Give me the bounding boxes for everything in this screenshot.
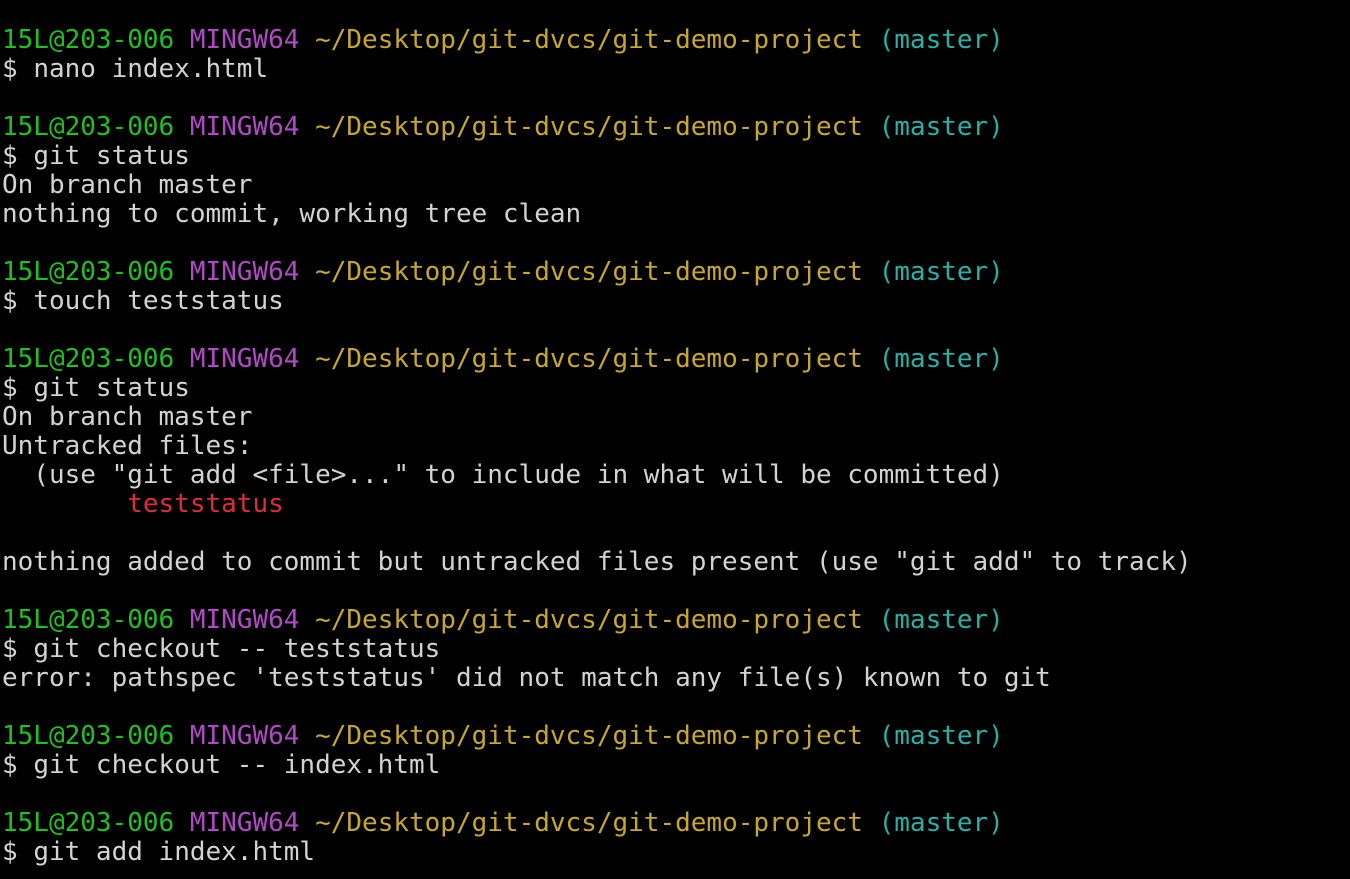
command-text: touch teststatus [33, 286, 284, 316]
prompt-user-host: 15L@203-006 [2, 808, 175, 838]
prompt-path: ~/Desktop/git-dvcs/git-demo-project [315, 605, 863, 635]
prompt-symbol: $ [2, 54, 18, 84]
prompt-user-host: 15L@203-006 [2, 605, 175, 635]
command-line: $ nano index.html [2, 55, 1350, 84]
prompt-line: 15L@203-006 MINGW64 ~/Desktop/git-dvcs/g… [2, 258, 1350, 287]
prompt-symbol: $ [2, 141, 18, 171]
command-text: git add index.html [33, 837, 316, 867]
prompt-branch: (master) [878, 605, 1004, 635]
command-text: git checkout -- teststatus [33, 634, 441, 664]
command-text: git status [33, 141, 190, 171]
prompt-line: 15L@203-006 MINGW64 ~/Desktop/git-dvcs/g… [2, 722, 1350, 751]
prompt-branch: (master) [878, 112, 1004, 142]
output-line: nothing added to commit but untracked fi… [2, 547, 1192, 577]
prompt-line: 15L@203-006 MINGW64 ~/Desktop/git-dvcs/g… [2, 26, 1350, 55]
output-line: (use "git add <file>..." to include in w… [2, 460, 1004, 490]
output-line: Untracked files: [2, 431, 253, 461]
prompt-user-host: 15L@203-006 [2, 112, 175, 142]
untracked-file: teststatus [2, 489, 284, 519]
prompt-system: MINGW64 [189, 257, 300, 287]
output-line: On branch master [2, 402, 253, 432]
prompt-system: MINGW64 [189, 25, 300, 55]
prompt-system: MINGW64 [189, 721, 300, 751]
prompt-branch: (master) [878, 808, 1004, 838]
prompt-system: MINGW64 [189, 605, 300, 635]
command-line: $ git add index.html [2, 838, 1350, 867]
prompt-user-host: 15L@203-006 [2, 25, 175, 55]
prompt-user-host: 15L@203-006 [2, 257, 175, 287]
prompt-path: ~/Desktop/git-dvcs/git-demo-project [315, 808, 863, 838]
prompt-symbol: $ [2, 837, 18, 867]
prompt-branch: (master) [878, 257, 1004, 287]
prompt-line: 15L@203-006 MINGW64 ~/Desktop/git-dvcs/g… [2, 606, 1350, 635]
prompt-line: 15L@203-006 MINGW64 ~/Desktop/git-dvcs/g… [2, 113, 1350, 142]
prompt-path: ~/Desktop/git-dvcs/git-demo-project [315, 721, 863, 751]
output-line: nothing to commit, working tree clean [2, 199, 582, 229]
prompt-path: ~/Desktop/git-dvcs/git-demo-project [315, 344, 863, 374]
prompt-symbol: $ [2, 373, 18, 403]
prompt-branch: (master) [878, 25, 1004, 55]
prompt-line: 15L@203-006 MINGW64 ~/Desktop/git-dvcs/g… [2, 809, 1350, 838]
output-line: error: pathspec 'teststatus' did not mat… [2, 663, 1051, 693]
command-line: $ git checkout -- teststatus [2, 635, 1350, 664]
prompt-symbol: $ [2, 634, 18, 664]
command-line: $ git status [2, 374, 1350, 403]
prompt-symbol: $ [2, 750, 18, 780]
command-line: $ git status [2, 142, 1350, 171]
prompt-line: 15L@203-006 MINGW64 ~/Desktop/git-dvcs/g… [2, 345, 1350, 374]
output-line: On branch master [2, 170, 253, 200]
terminal-window[interactable]: 15L@203-006 MINGW64 ~/Desktop/git-dvcs/g… [0, 0, 1350, 879]
prompt-system: MINGW64 [189, 344, 300, 374]
command-text: git checkout -- index.html [33, 750, 441, 780]
prompt-user-host: 15L@203-006 [2, 344, 175, 374]
prompt-branch: (master) [878, 721, 1004, 751]
prompt-system: MINGW64 [189, 112, 300, 142]
prompt-path: ~/Desktop/git-dvcs/git-demo-project [315, 25, 863, 55]
command-line: $ git checkout -- index.html [2, 751, 1350, 780]
command-text: nano index.html [33, 54, 269, 84]
prompt-symbol: $ [2, 286, 18, 316]
command-text: git status [33, 373, 190, 403]
prompt-branch: (master) [878, 344, 1004, 374]
prompt-path: ~/Desktop/git-dvcs/git-demo-project [315, 257, 863, 287]
command-line: $ touch teststatus [2, 287, 1350, 316]
prompt-system: MINGW64 [189, 808, 300, 838]
prompt-path: ~/Desktop/git-dvcs/git-demo-project [315, 112, 863, 142]
prompt-user-host: 15L@203-006 [2, 721, 175, 751]
